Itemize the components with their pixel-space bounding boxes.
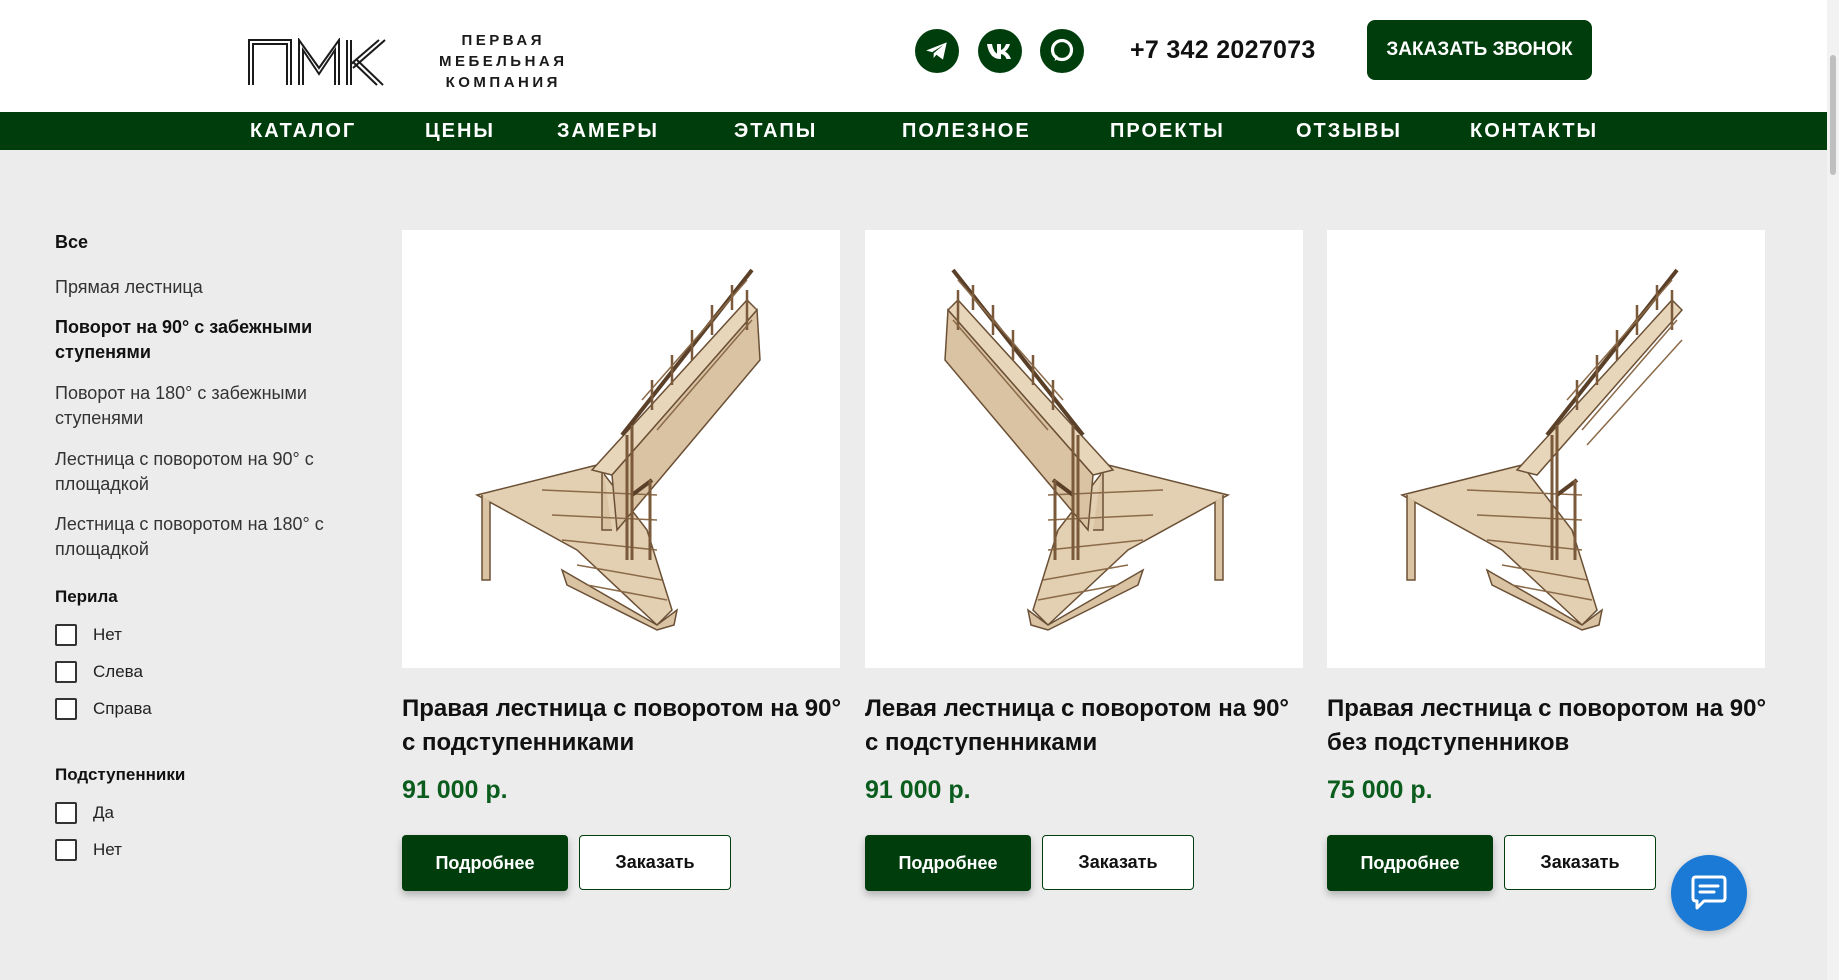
order-button[interactable]: Заказать	[1504, 835, 1656, 890]
checkbox-box[interactable]	[55, 839, 77, 861]
product-card[interactable]: Левая лестница с поворотом на 90° с подс…	[865, 230, 1303, 891]
railing-left-checkbox[interactable]: Слева	[55, 661, 143, 683]
logo-line: МЕБЕЛЬНАЯ	[439, 53, 568, 70]
chat-icon	[1691, 875, 1727, 910]
product-title[interactable]: Правая лестница с поворотом на 90° с под…	[402, 692, 842, 760]
railing-right-checkbox[interactable]: Справа	[55, 698, 152, 720]
product-price: 75 000 р.	[1327, 776, 1433, 804]
nav-prices[interactable]: ЦЕНЫ	[425, 120, 495, 143]
telegram-icon[interactable]	[915, 29, 959, 73]
order-call-button[interactable]: ЗАКАЗАТЬ ЗВОНОК	[1367, 20, 1592, 80]
product-title[interactable]: Левая лестница с поворотом на 90° с подс…	[865, 692, 1305, 760]
checkbox-box[interactable]	[55, 624, 77, 646]
nav-catalog[interactable]: КАТАЛОГ	[250, 120, 356, 143]
risers-no-checkbox[interactable]: Нет	[55, 839, 122, 861]
scrollbar-thumb[interactable]	[1830, 55, 1836, 175]
category-turn-180-winders[interactable]: Поворот на 180° с забежными ступенями	[55, 381, 355, 431]
chat-widget-button[interactable]	[1671, 855, 1747, 931]
checkbox-box[interactable]	[55, 698, 77, 720]
vk-icon[interactable]	[978, 29, 1022, 73]
product-card[interactable]: Правая лестница с поворотом на 90° с под…	[402, 230, 841, 891]
risers-filter-title: Подступенники	[55, 765, 186, 784]
nav-measurements[interactable]: ЗАМЕРЫ	[557, 120, 659, 143]
product-image[interactable]	[865, 230, 1303, 668]
staircase-illustration	[944, 268, 1231, 631]
checkbox-label: Нет	[93, 625, 122, 644]
product-price: 91 000 р.	[865, 776, 971, 804]
category-turn-90-landing[interactable]: Лестница с поворотом на 90° с площадкой	[55, 447, 355, 497]
product-image[interactable]	[402, 230, 840, 668]
order-button[interactable]: Заказать	[1042, 835, 1194, 890]
product-title[interactable]: Правая лестница с поворотом на 90° без п…	[1327, 692, 1767, 760]
risers-yes-checkbox[interactable]: Да	[55, 802, 114, 824]
nav-reviews[interactable]: ОТЗЫВЫ	[1296, 120, 1402, 143]
checkbox-label: Справа	[93, 699, 152, 718]
phone-number[interactable]: +7 342 2027073	[1130, 36, 1316, 65]
max-messenger-icon[interactable]	[1040, 29, 1084, 73]
site-header: ПЕРВАЯ МЕБЕЛЬНАЯ КОМПАНИЯ +7 342 2027073…	[0, 0, 1827, 112]
product-card[interactable]: Правая лестница с поворотом на 90° без п…	[1327, 230, 1766, 891]
checkbox-box[interactable]	[55, 661, 77, 683]
checkbox-label: Слева	[93, 662, 143, 681]
order-button[interactable]: Заказать	[579, 835, 731, 890]
main-nav: КАТАЛОГ ЦЕНЫ ЗАМЕРЫ ЭТАПЫ ПОЛЕЗНОЕ ПРОЕК…	[0, 112, 1827, 150]
nav-projects[interactable]: ПРОЕКТЫ	[1110, 120, 1225, 143]
product-image[interactable]	[1327, 230, 1765, 668]
checkbox-label: Нет	[93, 840, 122, 859]
nav-contacts[interactable]: КОНТАКТЫ	[1470, 120, 1598, 143]
staircase-illustration	[1399, 268, 1684, 631]
details-button[interactable]: Подробнее	[865, 835, 1031, 891]
details-button[interactable]: Подробнее	[1327, 835, 1493, 891]
category-all[interactable]: Все	[55, 230, 355, 255]
nav-stages[interactable]: ЭТАПЫ	[734, 120, 817, 143]
details-button[interactable]: Подробнее	[402, 835, 568, 891]
logo-line: ПЕРВАЯ	[461, 32, 546, 49]
category-turn-90-winders[interactable]: Поворот на 90° с забежными ступенями	[55, 315, 355, 365]
checkbox-label: Да	[93, 803, 114, 822]
checkbox-box[interactable]	[55, 802, 77, 824]
logo-text: ПЕРВАЯ МЕБЕЛЬНАЯ КОМПАНИЯ	[439, 30, 568, 93]
logo-line: КОМПАНИЯ	[445, 74, 561, 91]
category-straight[interactable]: Прямая лестница	[55, 275, 355, 300]
railing-filter-title: Перила	[55, 587, 118, 606]
logo-mark	[248, 37, 386, 86]
product-price: 91 000 р.	[402, 776, 508, 804]
staircase-illustration	[474, 268, 761, 631]
nav-useful[interactable]: ПОЛЕЗНОЕ	[902, 120, 1031, 143]
category-turn-180-landing[interactable]: Лестница с поворотом на 180° с площадкой	[55, 512, 355, 562]
railing-none-checkbox[interactable]: Нет	[55, 624, 122, 646]
logo[interactable]: ПЕРВАЯ МЕБЕЛЬНАЯ КОМПАНИЯ	[247, 30, 568, 93]
